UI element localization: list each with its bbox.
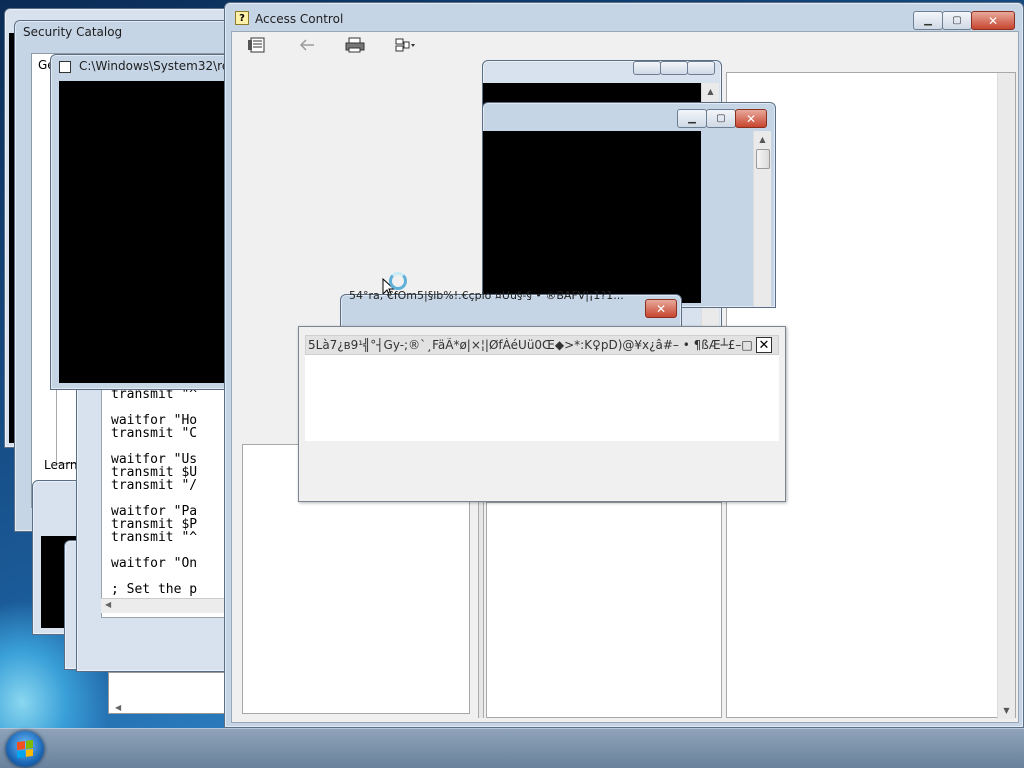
console-icon bbox=[59, 61, 71, 73]
script-line: transmit "/ bbox=[111, 478, 198, 493]
close-button[interactable]: ✕ bbox=[735, 109, 767, 128]
minimize-button[interactable]: ▁ bbox=[677, 109, 707, 128]
garbled-popup-text: 5Là7¿ʙ9¹╣°┤Gy-;®ˋ¸FäÃ*ø|×¦|ØfÀéUü0Œ◆>*:K… bbox=[308, 338, 754, 352]
horizontal-scrollbar[interactable]: ◀ bbox=[101, 598, 241, 613]
scroll-up-icon[interactable]: ▲ bbox=[754, 131, 771, 148]
window-title: C:\Windows\System32\repa bbox=[79, 59, 245, 73]
script-lines: transmit "^ waitfor "Ho transmit "C waitf… bbox=[111, 388, 197, 596]
window-title: Access Control bbox=[255, 12, 344, 26]
views-dropdown-icon[interactable] bbox=[394, 36, 416, 54]
script-line: waitfor "On bbox=[111, 556, 198, 571]
vertical-scrollbar[interactable]: ▼ bbox=[997, 73, 1015, 719]
cmd-window[interactable]: C:\Windows\System32\repa bbox=[50, 54, 244, 390]
maximize-button[interactable]: ▢ bbox=[706, 109, 736, 128]
scroll-left-icon[interactable]: ◀ bbox=[115, 703, 121, 712]
maximize-button[interactable]: ▢ bbox=[942, 11, 972, 30]
caption-buttons bbox=[633, 61, 715, 79]
bottom-pane: ◀ bbox=[108, 672, 228, 714]
close-button[interactable]: ✕ bbox=[645, 299, 677, 318]
scroll-thumb[interactable] bbox=[756, 149, 770, 169]
minimize-button[interactable]: ▁ bbox=[913, 11, 943, 30]
script-editor-window[interactable]: transmit "^ waitfor "Ho transmit "C waitf… bbox=[76, 380, 241, 672]
caption-buttons: ▁ ▢ ✕ bbox=[677, 109, 767, 128]
close-button[interactable] bbox=[687, 61, 715, 75]
scroll-left-icon[interactable]: ◀ bbox=[105, 600, 111, 609]
close-button[interactable]: ✕ bbox=[971, 11, 1015, 30]
printer-icon[interactable] bbox=[344, 36, 366, 54]
script-text-area[interactable]: transmit "^ waitfor "Ho transmit "C waitf… bbox=[101, 381, 241, 618]
minimize-button[interactable] bbox=[633, 61, 661, 75]
script-line: ; Set the p bbox=[111, 582, 198, 597]
maximize-button[interactable] bbox=[660, 61, 688, 75]
child-console-window[interactable]: ▁ ▢ ✕ ▲ bbox=[482, 102, 776, 308]
window-title: Security Catalog bbox=[23, 25, 123, 39]
vertical-scrollbar[interactable]: ▲ bbox=[753, 131, 771, 307]
back-arrow-icon[interactable] bbox=[296, 36, 318, 54]
properties-icon[interactable] bbox=[246, 36, 268, 54]
help-app-icon: ? bbox=[235, 11, 249, 25]
script-line: transmit "C bbox=[111, 426, 198, 441]
popup-header: 5Là7¿ʙ9¹╣°┤Gy-;®ˋ¸FäÃ*ø|×¦|ØfÀéUü0Œ◆>*:K… bbox=[305, 335, 779, 355]
taskbar bbox=[0, 728, 1024, 768]
scroll-up-icon[interactable]: ▲ bbox=[702, 83, 719, 100]
console-output bbox=[59, 81, 235, 383]
script-line: transmit "^ bbox=[111, 530, 198, 545]
console-output bbox=[483, 131, 701, 303]
close-icon[interactable]: ✕ bbox=[756, 337, 772, 353]
busy-spinner-icon bbox=[389, 272, 407, 290]
caption-buttons: ✕ bbox=[645, 299, 677, 318]
scroll-down-icon[interactable]: ▼ bbox=[998, 702, 1015, 719]
middle-pane[interactable] bbox=[486, 502, 722, 718]
garbled-title-text: 54°ra, €fOm5|§lb%!.€çplo ¤Uu§-§ • ®BAFV|… bbox=[349, 289, 624, 302]
garbled-popup[interactable]: 5Là7¿ʙ9¹╣°┤Gy-;®ˋ¸FäÃ*ø|×¦|ØfÀéUü0Œ◆>*:K… bbox=[298, 326, 786, 502]
caption-buttons: ▁ ▢ ✕ bbox=[913, 11, 1015, 30]
pane-splitter[interactable] bbox=[478, 502, 484, 718]
start-button[interactable] bbox=[6, 731, 44, 767]
windows-logo-icon bbox=[17, 739, 33, 759]
